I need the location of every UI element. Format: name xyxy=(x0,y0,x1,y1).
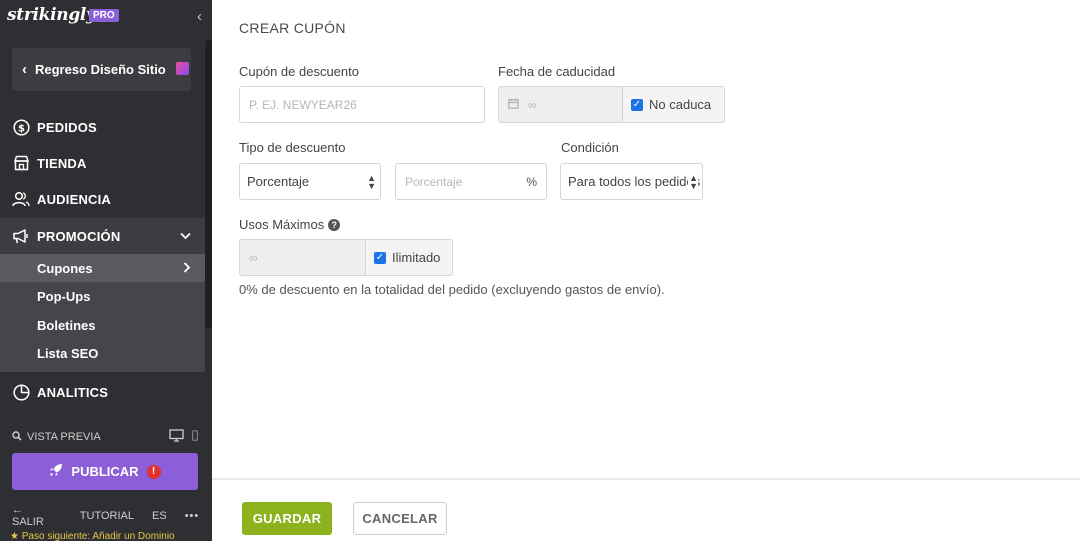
sort-arrows-icon: ▲ ▼ xyxy=(367,172,376,191)
no-expire-toggle[interactable]: ✓ No caduca xyxy=(622,86,725,123)
sort-arrows-icon: ▲ ▼ xyxy=(688,172,698,191)
chevron-right-icon xyxy=(183,260,191,276)
coupon-code-input[interactable]: P. EJ. NEWYEAR26 xyxy=(239,86,485,123)
save-button[interactable]: GUARDAR xyxy=(242,502,332,535)
megaphone-icon xyxy=(12,227,30,245)
page-title: CREAR CUPÓN xyxy=(239,20,346,36)
submenu-item-popups[interactable]: Pop-Ups xyxy=(0,282,205,310)
exit-label: SALIR xyxy=(12,516,44,528)
condition-label: Condición xyxy=(561,140,619,155)
back-button-label: Regreso Diseño Sitio xyxy=(35,62,166,77)
discount-percent-input[interactable]: Porcentaje % xyxy=(395,163,547,200)
sidebar-item-label: ANALITICS xyxy=(37,384,109,400)
mobile-preview-icon[interactable] xyxy=(192,430,198,444)
discount-type-label: Tipo de descuento xyxy=(239,140,346,155)
condition-value: Para todos los pedidos xyxy=(568,174,701,189)
expiry-date-input[interactable]: ∞ xyxy=(498,86,625,123)
rocket-icon xyxy=(49,463,63,480)
chevron-left-icon: ‹ xyxy=(22,61,27,78)
coupon-editor: CREAR CUPÓN Cupón de descuento P. EJ. NE… xyxy=(212,0,1080,541)
pro-badge: PRO xyxy=(89,9,119,22)
publish-button[interactable]: PUBLICAR ! xyxy=(12,453,198,490)
tutorial-link[interactable]: TUTORIAL xyxy=(80,510,134,522)
max-uses-label-text: Usos Máximos xyxy=(239,217,325,232)
no-expire-label: No caduca xyxy=(649,97,712,112)
discount-percent-placeholder: Porcentaje xyxy=(405,174,463,189)
discount-summary: 0% de descuento en la totalidad del pedi… xyxy=(239,282,665,297)
more-options-icon[interactable]: ••• xyxy=(185,510,200,522)
expiry-date-label: Fecha de caducidad xyxy=(498,64,616,79)
submenu-item-label: Boletines xyxy=(37,317,96,333)
max-uses-input[interactable]: ∞ xyxy=(239,239,366,276)
sidebar-item-tienda[interactable]: TIENDA xyxy=(0,145,205,181)
submenu-item-label: Pop-Ups xyxy=(37,288,91,304)
language-selector[interactable]: ES xyxy=(152,510,167,522)
sidebar-item-promocion[interactable]: PROMOCIÓN xyxy=(0,218,205,254)
unlimited-label: Ilimitado xyxy=(392,250,441,265)
sidebar-item-label: PEDIDOS xyxy=(37,119,97,135)
action-bar: GUARDAR CANCELAR xyxy=(212,478,1080,541)
percent-unit: % xyxy=(526,174,537,189)
search-icon xyxy=(12,430,22,444)
preview-row: VISTA PREVIA xyxy=(12,428,198,446)
calendar-icon xyxy=(508,98,519,112)
coupon-code-label: Cupón de descuento xyxy=(239,64,359,79)
next-step-banner[interactable]: ★ Paso siguiente: Añadir un Dominio xyxy=(0,530,212,541)
sidebar-item-pedidos[interactable]: $ PEDIDOS xyxy=(0,109,205,145)
sidebar: strikingly PRO ‹ ‹ Regreso Diseño Sitio … xyxy=(0,0,212,541)
svg-text:$: $ xyxy=(18,123,25,134)
extension-icon xyxy=(176,62,189,75)
discount-type-value: Porcentaje xyxy=(247,174,310,189)
condition-select[interactable]: Para todos los pedidos ▲ ▼ xyxy=(560,163,703,200)
submenu-item-label: Cupones xyxy=(37,260,93,276)
sidebar-item-label: PROMOCIÓN xyxy=(37,228,121,244)
pie-chart-icon xyxy=(12,383,30,401)
sidebar-item-audiencia[interactable]: AUDIENCIA xyxy=(0,181,205,217)
promocion-submenu: Cupones Pop-Ups Boletines Lista SEO xyxy=(0,254,205,372)
help-icon[interactable]: ? xyxy=(328,219,341,231)
checkbox-checked-icon[interactable]: ✓ xyxy=(631,98,643,111)
alert-icon: ! xyxy=(146,464,161,479)
sidebar-item-label: AUDIENCIA xyxy=(37,191,112,207)
unlimited-toggle[interactable]: ✓ Ilimitado xyxy=(365,239,453,276)
discount-type-select[interactable]: Porcentaje ▲ ▼ xyxy=(239,163,381,200)
sidebar-footer: ← SALIR TUTORIAL ES ••• xyxy=(12,504,202,528)
preview-label[interactable]: VISTA PREVIA xyxy=(27,431,101,443)
sidebar-scrollbar[interactable] xyxy=(205,40,212,328)
expiry-date-value: ∞ xyxy=(528,97,537,112)
checkbox-checked-icon[interactable]: ✓ xyxy=(374,251,386,264)
submenu-item-label: Lista SEO xyxy=(37,345,99,361)
collapse-sidebar-icon[interactable]: ‹ xyxy=(197,8,202,25)
publish-label: PUBLICAR xyxy=(71,464,139,479)
submenu-item-cupones[interactable]: Cupones xyxy=(0,254,205,282)
back-to-site-design-button[interactable]: ‹ Regreso Diseño Sitio xyxy=(12,48,191,91)
store-icon xyxy=(12,154,30,172)
strikingly-logo: strikingly xyxy=(7,5,96,25)
sidebar-header: strikingly PRO ‹ xyxy=(0,0,212,34)
submenu-item-lista-seo[interactable]: Lista SEO xyxy=(0,339,205,367)
users-icon xyxy=(12,190,30,208)
sidebar-item-analiticas[interactable]: ANALITICS xyxy=(0,374,205,410)
exit-link[interactable]: ← SALIR xyxy=(12,504,62,528)
sidebar-item-label: TIENDA xyxy=(37,155,87,171)
chevron-down-icon xyxy=(180,229,191,243)
desktop-preview-icon[interactable] xyxy=(169,429,184,445)
max-uses-label: Usos Máximos? xyxy=(239,217,341,232)
dollar-circle-icon: $ xyxy=(12,118,30,136)
submenu-item-boletines[interactable]: Boletines xyxy=(0,311,205,339)
cancel-button[interactable]: CANCELAR xyxy=(353,502,447,535)
